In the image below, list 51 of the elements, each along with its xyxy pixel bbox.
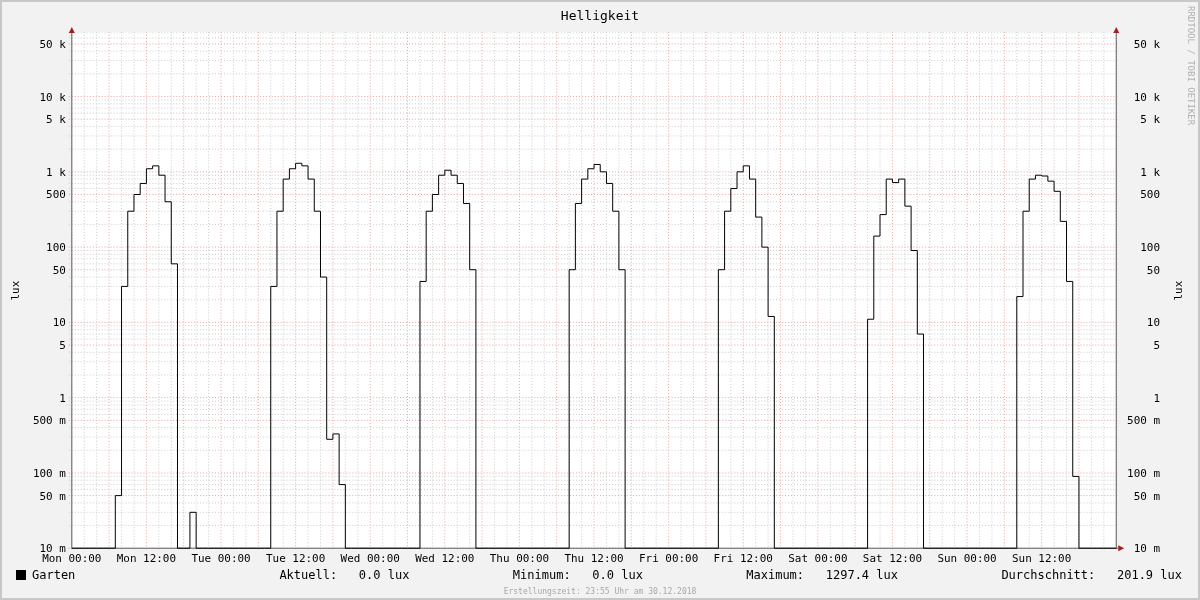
y-axis-label: 500 m: [32, 414, 66, 428]
y-axis-label: 10 k: [1133, 90, 1160, 104]
y-axis-label: 100: [1140, 240, 1160, 254]
x-axis-label: Sat 00:00: [788, 552, 848, 566]
y-axis-label: 500: [1140, 188, 1160, 202]
stat-text: Aktuell: 0.0 lux: [279, 567, 410, 584]
y-axis-label: 1: [59, 391, 66, 405]
x-axis-label: Tue 12:00: [266, 552, 326, 566]
y-axis-label: 1 k: [1140, 165, 1160, 179]
x-axis-label: Thu 12:00: [564, 552, 624, 566]
y-axis-label: 50 m: [39, 489, 66, 503]
y-axis-label: 50 k: [39, 37, 66, 51]
y-axis-label: 100 m: [32, 466, 66, 480]
watermark-text: RRDTOOL / TOBI OETIKER: [1186, 6, 1195, 126]
y-axis-label: 10 m: [1133, 542, 1160, 556]
x-axis-label: Mon 00:00: [42, 552, 102, 566]
y-axis-label: 500: [46, 188, 66, 202]
y-axis-label: 50: [52, 263, 66, 277]
x-axis-label: Mon 12:00: [116, 552, 177, 566]
x-axis-label: Sat 12:00: [862, 552, 923, 566]
y-axis-label: 1: [1153, 391, 1160, 405]
x-axis-label: Fri 00:00: [639, 552, 699, 566]
y-axis-label: 5: [59, 338, 66, 352]
x-axis-label: Wed 12:00: [415, 552, 475, 566]
y-axis-label: 5: [1153, 338, 1160, 352]
x-axis-label: Sun 00:00: [937, 552, 997, 566]
x-axis-label: Thu 00:00: [489, 552, 550, 566]
y-axis-label: 100: [46, 240, 66, 254]
y-axis-label: 1 k: [46, 165, 66, 179]
y-axis-label: 10 k: [39, 90, 66, 104]
y-axis-label: 5 k: [46, 113, 66, 127]
y-axis-label: 50 m: [1133, 489, 1160, 503]
x-axis-label: Sun 12:00: [1012, 552, 1072, 566]
y-axis-title: lux: [1171, 280, 1185, 301]
x-axis-label: Fri 12:00: [713, 552, 773, 566]
y-axis-label: 10: [52, 316, 66, 330]
creation-timestamp: Erstellungszeit: 23:55 Uhr am 30.12.2018: [503, 586, 697, 598]
y-axis-label: 50: [1146, 263, 1160, 277]
y-axis-label: 500 m: [1127, 414, 1160, 428]
y-axis-label: 10: [1146, 316, 1160, 330]
stat-text: Maximum: 1297.4 lux: [746, 567, 898, 584]
stat-text: Durchschnitt: 201.9 lux: [1001, 567, 1182, 584]
y-axis-label: 5 k: [1140, 113, 1160, 127]
y-axis-title: lux: [9, 280, 23, 301]
x-axis-label: Wed 00:00: [340, 552, 400, 566]
graph-title: Helligkeit: [560, 7, 640, 26]
legend-label: Garten: [32, 567, 76, 584]
y-axis-label: 100 m: [1127, 466, 1160, 480]
y-axis-label: 50 k: [1133, 37, 1160, 51]
stat-text: Minimum: 0.0 lux: [512, 567, 643, 584]
x-axis-label: Tue 00:00: [191, 552, 251, 566]
